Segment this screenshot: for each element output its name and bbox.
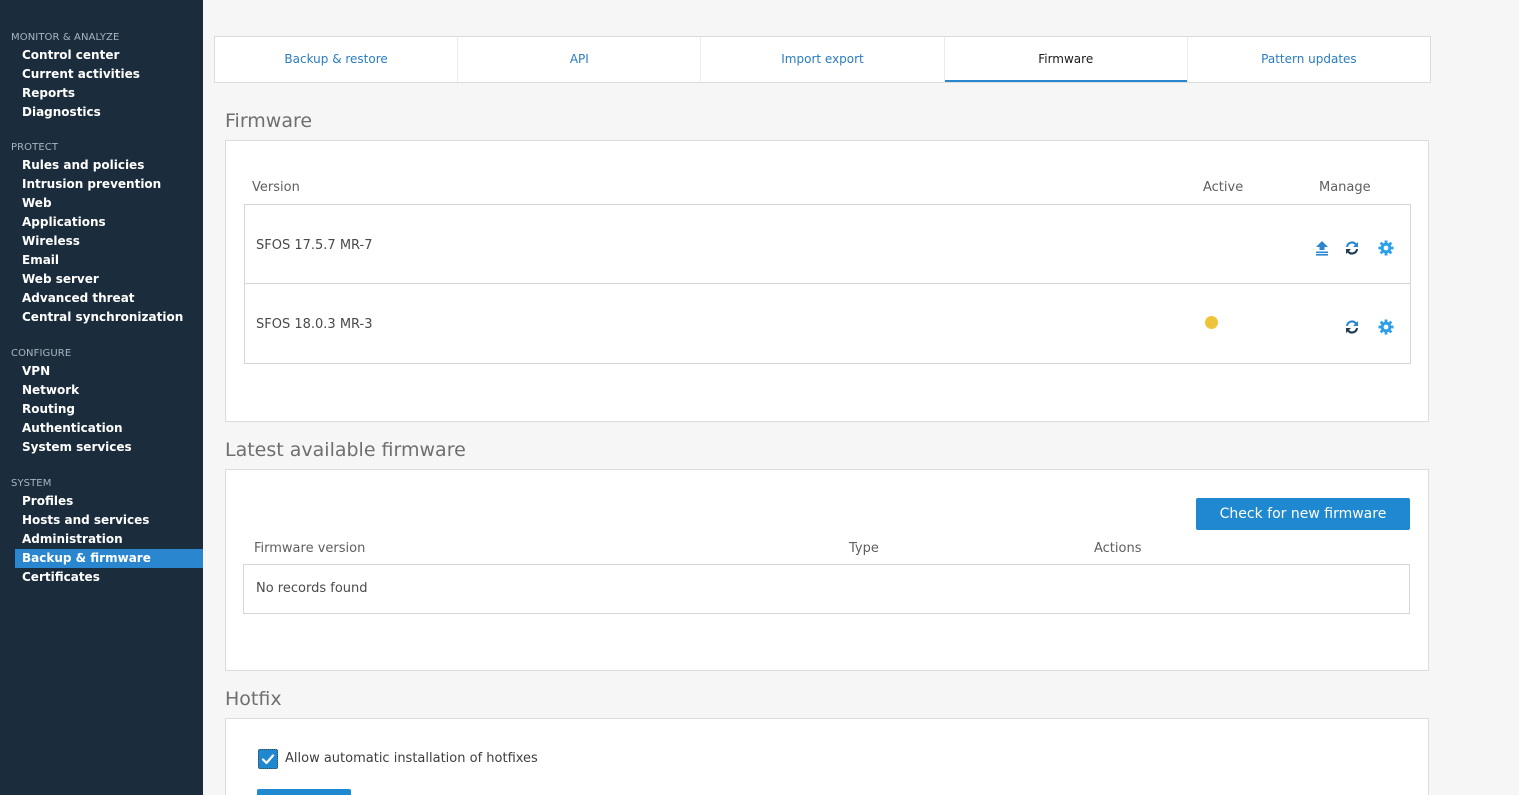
tab-pattern-updates[interactable]: Pattern updates	[1188, 37, 1430, 82]
firmware-table: SFOS 17.5.7 MR-7 SFOS 18.0.3 MR-3	[244, 204, 1411, 364]
auto-hotfix-checkbox[interactable]	[258, 749, 278, 769]
column-header-type: Type	[849, 541, 879, 556]
table-row: SFOS 17.5.7 MR-7	[245, 205, 1410, 284]
firmware-section-title: Firmware	[225, 110, 313, 132]
nav-group-title: SYSTEM	[11, 478, 52, 489]
sidebar-item-diagnostics[interactable]: Diagnostics	[0, 103, 203, 122]
sidebar-item-control-center[interactable]: Control center	[0, 46, 203, 65]
tab-firmware[interactable]: Firmware	[944, 37, 1188, 82]
sidebar-item-network[interactable]: Network	[0, 381, 203, 400]
tab-backup-restore[interactable]: Backup & restore	[215, 37, 459, 82]
sidebar-item-current-activities[interactable]: Current activities	[0, 65, 203, 84]
no-records-text: No records found	[256, 581, 368, 596]
nav-group-system: SYSTEM Profiles Hosts and services Admin…	[0, 476, 203, 587]
swap-icon[interactable]	[1343, 239, 1361, 257]
column-header-actions: Actions	[1094, 541, 1142, 556]
tab-bar: Backup & restore API Import export Firmw…	[214, 36, 1431, 83]
sidebar-item-applications[interactable]: Applications	[0, 213, 203, 232]
nav-group-title: MONITOR & ANALYZE	[11, 32, 120, 43]
empty-records-box: No records found	[243, 564, 1410, 614]
nav-group-protect: PROTECT Rules and policies Intrusion pre…	[0, 140, 203, 327]
table-row: SFOS 18.0.3 MR-3	[245, 284, 1410, 363]
sidebar-item-web[interactable]: Web	[0, 194, 203, 213]
column-header-manage: Manage	[1319, 180, 1371, 195]
sidebar-item-web-server[interactable]: Web server	[0, 270, 203, 289]
hotfix-section-title: Hotfix	[225, 688, 282, 710]
firmware-version-label: SFOS 18.0.3 MR-3	[256, 317, 373, 332]
tab-api[interactable]: API	[458, 37, 702, 82]
sidebar-item-vpn[interactable]: VPN	[0, 362, 203, 381]
nav-group-title: PROTECT	[11, 142, 59, 153]
nav-group-monitor: MONITOR & ANALYZE Control center Current…	[0, 30, 203, 122]
tab-import-export[interactable]: Import export	[701, 37, 945, 82]
sidebar-item-reports[interactable]: Reports	[0, 84, 203, 103]
boot-upload-icon[interactable]	[1313, 239, 1331, 257]
sidebar-item-advanced-threat[interactable]: Advanced threat	[0, 289, 203, 308]
firmware-version-label: SFOS 17.5.7 MR-7	[256, 238, 373, 253]
sidebar-item-routing[interactable]: Routing	[0, 400, 203, 419]
check-new-firmware-button[interactable]: Check for new firmware	[1196, 498, 1410, 530]
latest-firmware-section-title: Latest available firmware	[225, 439, 466, 461]
sidebar-item-wireless[interactable]: Wireless	[0, 232, 203, 251]
sidebar-item-hosts-and-services[interactable]: Hosts and services	[0, 511, 203, 530]
gear-icon[interactable]	[1377, 239, 1395, 257]
nav-group-title: CONFIGURE	[11, 348, 72, 359]
nav-group-configure: CONFIGURE VPN Network Routing Authentica…	[0, 346, 203, 457]
sidebar-item-administration[interactable]: Administration	[0, 530, 203, 549]
sidebar-item-system-services[interactable]: System services	[0, 438, 203, 457]
firmware-panel: Version Active Manage SFOS 17.5.7 MR-7 S…	[225, 140, 1429, 422]
sidebar-item-certificates[interactable]: Certificates	[0, 568, 203, 587]
sidebar-item-backup-firmware[interactable]: Backup & firmware	[15, 549, 203, 568]
sidebar-item-authentication[interactable]: Authentication	[0, 419, 203, 438]
sidebar-item-email[interactable]: Email	[0, 251, 203, 270]
sidebar-item-rules-and-policies[interactable]: Rules and policies	[0, 156, 203, 175]
checkmark-icon	[261, 754, 275, 765]
sidebar-item-intrusion-prevention[interactable]: Intrusion prevention	[0, 175, 203, 194]
column-header-active: Active	[1203, 180, 1244, 195]
swap-icon[interactable]	[1343, 318, 1361, 336]
sidebar: MONITOR & ANALYZE Control center Current…	[0, 0, 203, 795]
main-content: Backup & restore API Import export Firmw…	[203, 0, 1519, 795]
sidebar-item-profiles[interactable]: Profiles	[0, 492, 203, 511]
latest-firmware-panel: Check for new firmware Firmware version …	[225, 469, 1429, 671]
apply-button[interactable]	[257, 789, 351, 795]
column-header-version: Version	[252, 180, 300, 195]
gear-icon[interactable]	[1377, 318, 1395, 336]
hotfix-panel: Allow automatic installation of hotfixes	[225, 718, 1429, 795]
auto-hotfix-label: Allow automatic installation of hotfixes	[285, 751, 538, 766]
sidebar-item-central-synchronization[interactable]: Central synchronization	[0, 308, 203, 327]
column-header-firmware-version: Firmware version	[254, 541, 366, 556]
active-indicator-dot	[1205, 316, 1218, 329]
